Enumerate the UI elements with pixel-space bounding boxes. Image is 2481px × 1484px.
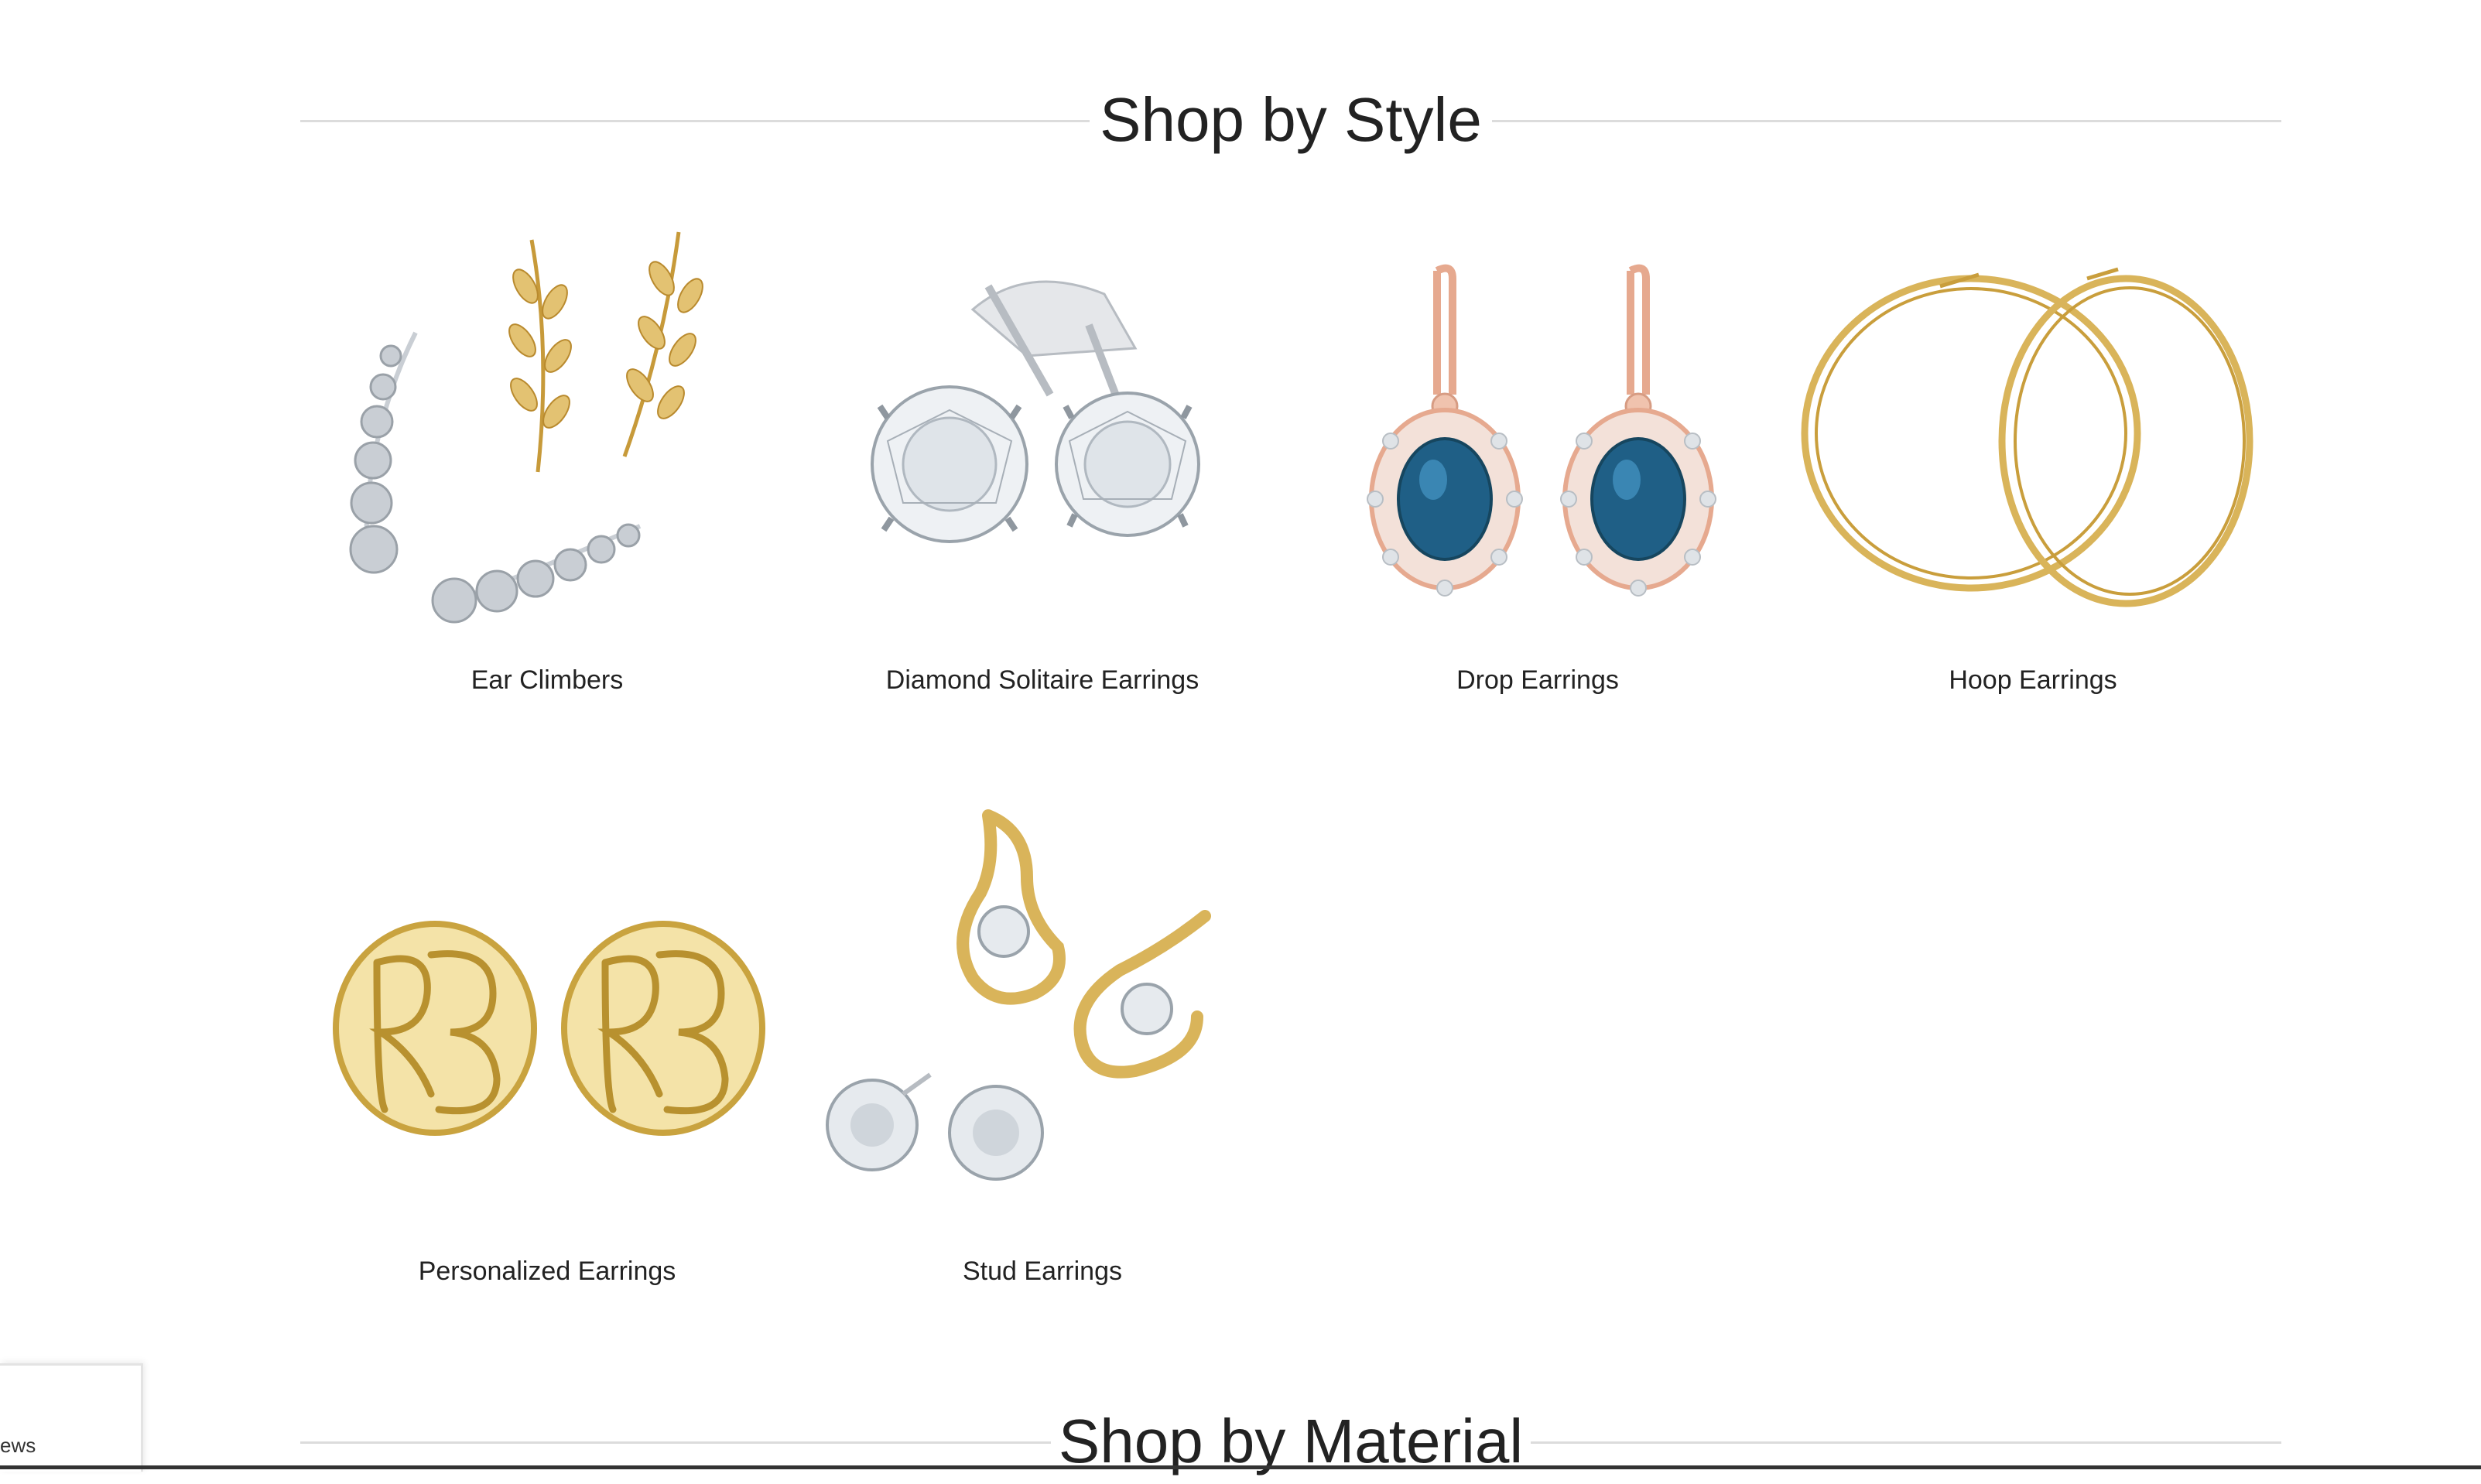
reviews-widget-label[interactable]: ews [0, 1434, 36, 1458]
style-tile-ear-climbers[interactable]: Ear Climbers [299, 209, 795, 695]
tile-label[interactable]: Diamond Solitaire Earrings [795, 665, 1290, 696]
style-tile-personalized-earrings[interactable]: Personalized Earrings [299, 800, 795, 1286]
style-tile-stud-earrings[interactable]: Stud Earrings [795, 800, 1290, 1286]
style-tile-drop-earrings[interactable]: Drop Earrings [1290, 209, 1785, 695]
personalized-earrings-image[interactable] [299, 800, 795, 1233]
stud-earrings-image[interactable] [795, 800, 1290, 1233]
heading-divider-right [1531, 1441, 2281, 1444]
style-tile-hoop-earrings[interactable]: Hoop Earrings [1785, 209, 2281, 695]
shop-by-material-heading: Shop by Material [300, 1399, 2281, 1484]
tile-label[interactable]: Personalized Earrings [299, 1257, 795, 1287]
hoop-earrings-image[interactable] [1785, 209, 2281, 642]
style-tile-diamond-solitaire-earrings[interactable]: Diamond Solitaire Earrings [795, 209, 1290, 695]
tile-label[interactable]: Ear Climbers [299, 665, 795, 696]
diamond-solitaire-earrings-image[interactable] [795, 209, 1290, 642]
tile-label[interactable]: Stud Earrings [795, 1257, 1290, 1287]
bottom-edge [0, 1465, 2481, 1469]
heading-divider-right [1492, 120, 2281, 122]
ear-climbers-image[interactable] [299, 209, 795, 642]
reviews-widget[interactable]: ews [0, 1363, 143, 1472]
tile-label[interactable]: Drop Earrings [1290, 665, 1785, 696]
drop-earrings-image[interactable] [1290, 209, 1785, 642]
shop-by-style-heading: Shop by Style [300, 77, 2281, 162]
tile-label[interactable]: Hoop Earrings [1785, 665, 2281, 696]
